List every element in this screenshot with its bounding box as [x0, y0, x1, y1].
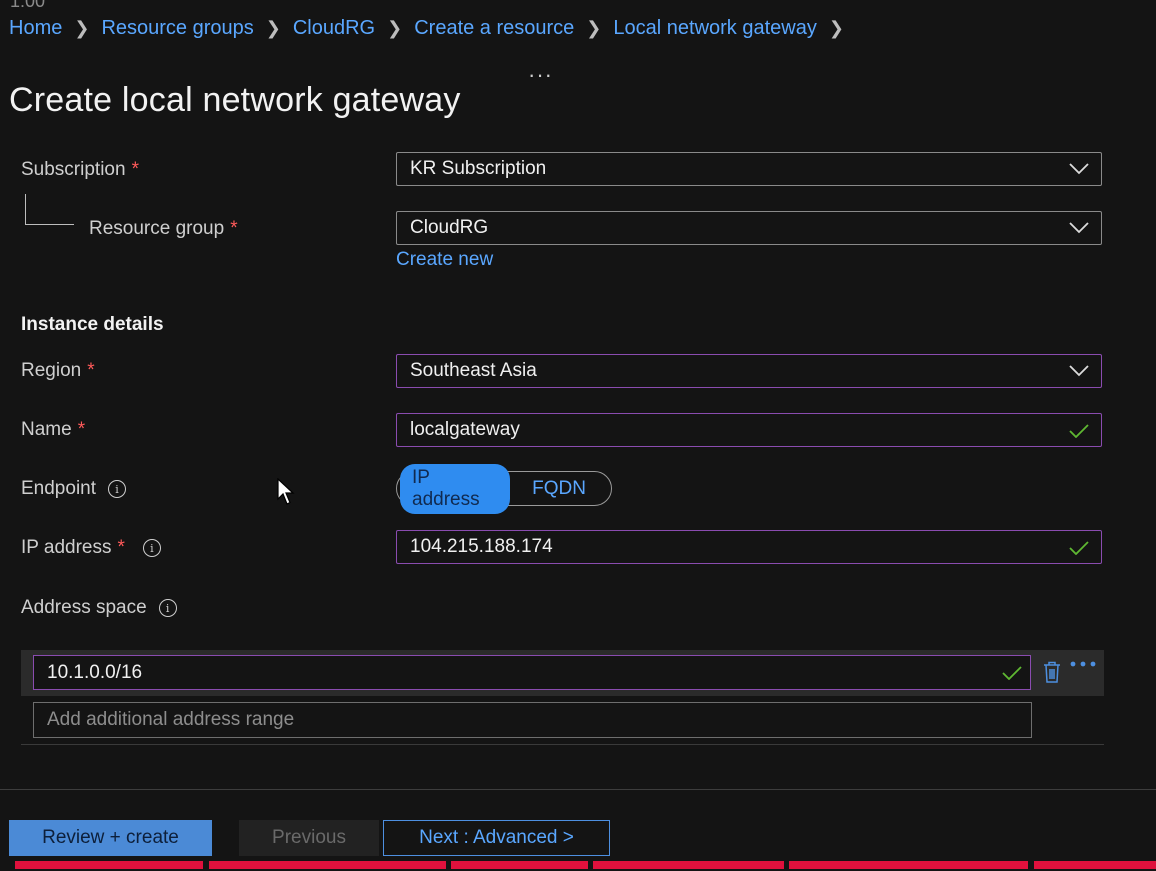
endpoint-toggle[interactable]: IP address FQDN — [396, 463, 612, 514]
divider — [21, 744, 1104, 745]
endpoint-option-ip-address[interactable]: IP address — [400, 463, 511, 514]
chevron-right-icon: ❯ — [74, 18, 90, 38]
breadcrumb: Home ❯ Resource groups ❯ CloudRG ❯ Creat… — [9, 17, 856, 40]
ip-address-label-text: IP address — [21, 537, 112, 558]
review-create-button[interactable]: Review + create — [9, 820, 212, 856]
recording-bar — [789, 861, 1028, 869]
region-dropdown[interactable]: Southeast Asia — [396, 354, 1102, 388]
breadcrumb-home[interactable]: Home — [9, 17, 62, 40]
name-label-text: Name — [21, 419, 72, 440]
tree-connector — [25, 194, 74, 225]
address-range-input[interactable]: 10.1.0.0/16 — [33, 655, 1031, 690]
chevron-right-icon: ❯ — [265, 18, 281, 38]
previous-button: Previous — [239, 820, 379, 856]
breadcrumb-cloudrg[interactable]: CloudRG — [293, 17, 375, 40]
add-address-range-input[interactable]: Add additional address range — [33, 702, 1032, 738]
subscription-label-text: Subscription — [21, 159, 126, 180]
check-icon — [1002, 666, 1022, 680]
recording-bar — [451, 861, 588, 869]
resource-group-label: Resource group * — [89, 218, 238, 240]
chevron-right-icon: ❯ — [828, 18, 844, 38]
address-range-row: 10.1.0.0/16 — [21, 650, 1104, 696]
name-value: localgateway — [410, 419, 520, 440]
chevron-right-icon: ❯ — [387, 18, 403, 38]
check-icon — [1069, 541, 1089, 555]
required-marker: * — [117, 537, 125, 558]
page-title: Create local network gateway — [9, 80, 461, 119]
breadcrumb-resource-groups[interactable]: Resource groups — [101, 17, 253, 40]
ip-address-label: IP address * i — [21, 537, 161, 559]
name-input[interactable]: localgateway — [396, 413, 1102, 447]
resource-group-label-text: Resource group — [89, 218, 225, 239]
top-partial-text: 1:00 — [10, 0, 46, 11]
address-range-value: 10.1.0.0/16 — [47, 661, 143, 683]
info-icon[interactable]: i — [158, 599, 177, 617]
breadcrumb-local-network-gateway[interactable]: Local network gateway — [613, 17, 816, 40]
instance-details-heading: Instance details — [21, 314, 164, 335]
subscription-dropdown[interactable]: KR Subscription — [396, 152, 1102, 186]
recording-bar — [1034, 861, 1156, 869]
address-space-label: Address space i — [21, 597, 177, 619]
check-icon — [1069, 424, 1089, 438]
next-advanced-button[interactable]: Next : Advanced > — [383, 820, 610, 856]
info-icon[interactable]: i — [108, 480, 127, 498]
delete-icon[interactable] — [1043, 661, 1061, 683]
mouse-cursor-icon — [277, 478, 295, 505]
region-value: Southeast Asia — [410, 360, 537, 381]
chevron-down-icon — [1069, 163, 1089, 175]
recording-bar — [209, 861, 446, 869]
create-new-link[interactable]: Create new — [396, 249, 493, 271]
ip-address-value: 104.215.188.174 — [410, 536, 553, 557]
region-label-text: Region — [21, 360, 82, 381]
ip-address-input[interactable]: 104.215.188.174 — [396, 530, 1102, 564]
endpoint-label-text: Endpoint — [21, 478, 97, 499]
recording-bar — [15, 861, 203, 869]
name-label: Name * — [21, 419, 85, 441]
address-space-label-text: Address space — [21, 597, 147, 618]
endpoint-option-fqdn[interactable]: FQDN — [510, 475, 608, 503]
breadcrumb-create-resource[interactable]: Create a resource — [414, 17, 574, 40]
resource-group-value: CloudRG — [410, 217, 489, 238]
required-marker: * — [87, 360, 95, 381]
subscription-label: Subscription * — [21, 159, 139, 181]
resource-group-dropdown[interactable]: CloudRG — [396, 211, 1102, 245]
footer-divider — [0, 789, 1156, 790]
required-marker: * — [131, 159, 139, 180]
more-options-icon[interactable] — [1070, 659, 1096, 669]
endpoint-label: Endpoint i — [21, 478, 127, 500]
region-label: Region * — [21, 360, 95, 382]
chevron-right-icon: ❯ — [586, 18, 602, 38]
info-icon[interactable]: i — [142, 539, 161, 557]
chevron-down-icon — [1069, 365, 1089, 377]
ellipsis-icon[interactable]: ··· — [528, 62, 553, 88]
chevron-down-icon — [1069, 222, 1089, 234]
required-marker: * — [77, 419, 86, 440]
subscription-value: KR Subscription — [410, 158, 547, 179]
required-marker: * — [230, 218, 238, 239]
recording-bar — [593, 861, 784, 869]
